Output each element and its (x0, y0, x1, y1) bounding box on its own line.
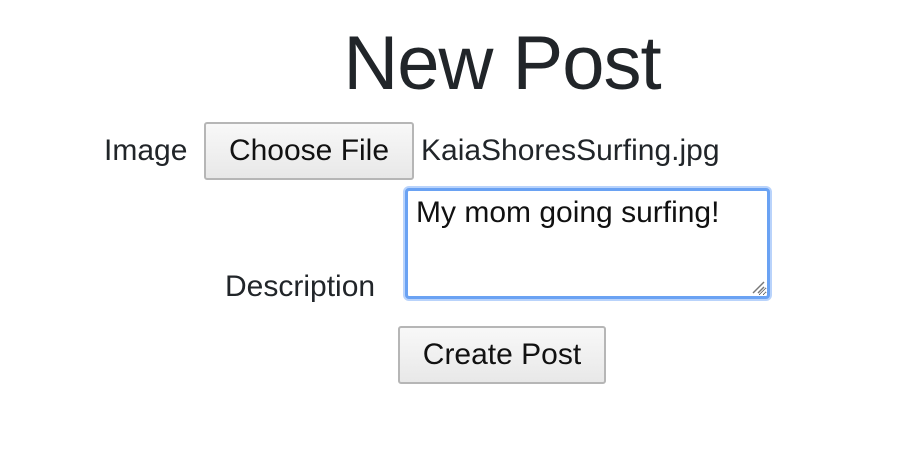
description-label: Description (225, 270, 376, 303)
choose-file-button[interactable]: Choose File (204, 122, 414, 180)
description-textarea[interactable]: My mom going surfing! (405, 188, 770, 299)
create-post-button[interactable]: Create Post (398, 326, 606, 384)
page-title: New Post (343, 21, 661, 106)
new-post-page: New Post Image Choose File KaiaShoresSur… (0, 0, 916, 452)
image-label: Image (104, 134, 188, 167)
selected-file-name: KaiaShoresSurfing.jpg (421, 134, 720, 167)
